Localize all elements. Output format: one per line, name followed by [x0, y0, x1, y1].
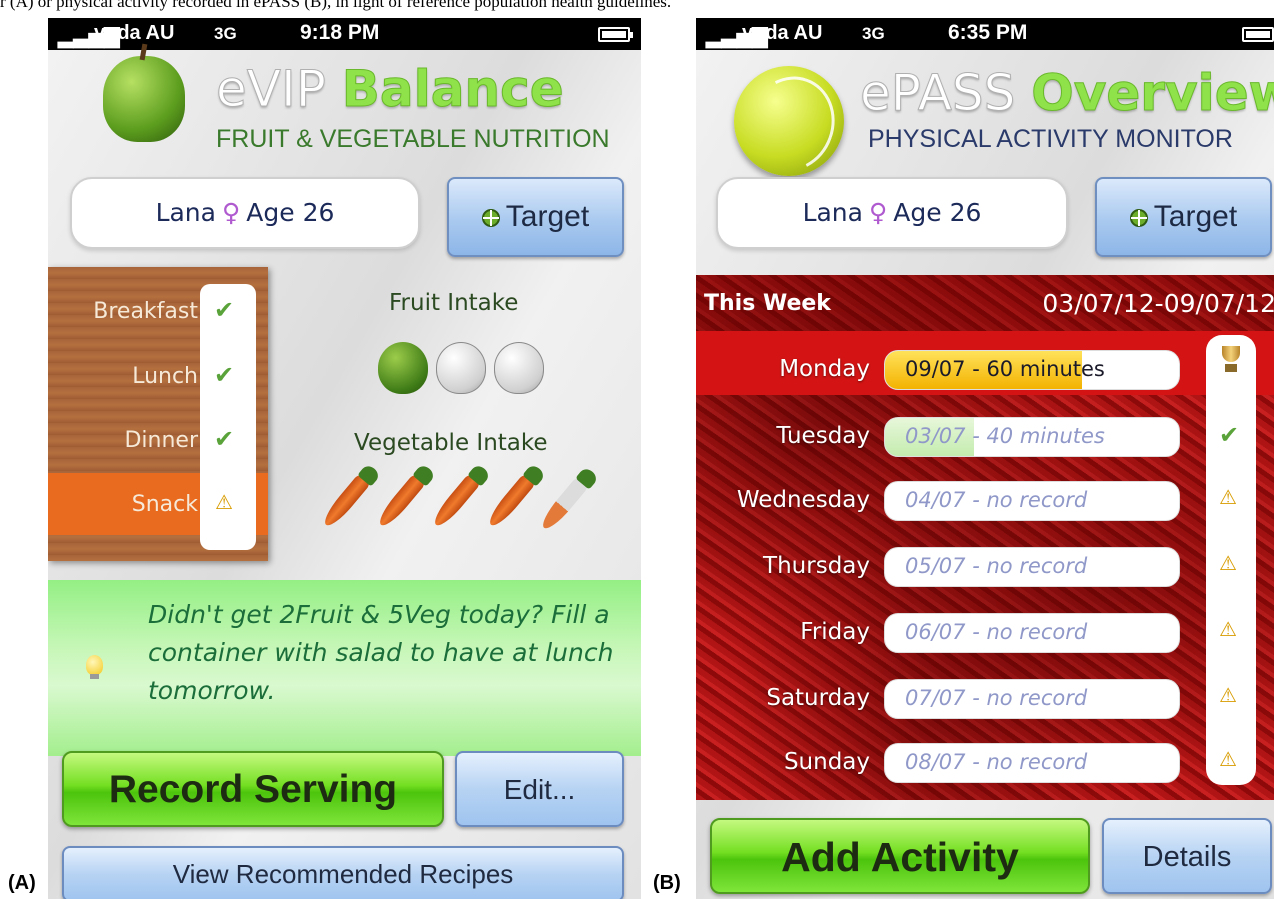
- day-entry-field[interactable]: 08/07 - no record: [884, 743, 1180, 783]
- warning-icon: ⚠: [215, 490, 233, 514]
- carrier-label: voda AU: [94, 22, 175, 44]
- lightbulb-icon: [86, 655, 103, 679]
- user-name: Lana: [155, 198, 216, 227]
- target-button-label: Target: [505, 200, 590, 233]
- day-entry-text: 08/07 - no record: [905, 750, 1088, 774]
- meals-board: Breakfast Lunch Dinner Snack ✔ ✔ ✔ ⚠: [48, 267, 268, 561]
- day-entry-text: 05/07 - no record: [905, 554, 1088, 578]
- day-entry-field[interactable]: 06/07 - no record: [884, 613, 1180, 653]
- battery-icon: [598, 27, 633, 42]
- user-age: Age 26: [893, 198, 982, 227]
- app-subtitle: PHYSICAL ACTIVITY MONITOR: [868, 125, 1233, 153]
- apple-full-icon: [378, 342, 428, 394]
- target-icon: [481, 209, 500, 228]
- network-label: 3G: [862, 24, 885, 43]
- app-title-part1: ePASS: [859, 64, 1032, 123]
- day-label: Thursday: [763, 553, 870, 579]
- check-icon: ✔: [214, 296, 235, 324]
- day-entry-text: 04/07 - no record: [905, 488, 1088, 512]
- day-entry-text: 03/07 - 40 minutes: [905, 424, 1105, 448]
- app-title: ePASS Overview: [859, 64, 1274, 123]
- apple-empty-icon: [494, 342, 544, 394]
- target-button[interactable]: Target: [447, 177, 624, 257]
- day-label: Tuesday: [776, 423, 870, 449]
- meal-breakfast[interactable]: Breakfast: [48, 299, 198, 324]
- day-entry-text: 09/07 - 60 minutes: [905, 357, 1105, 381]
- app-title-part2: Balance: [341, 60, 564, 119]
- day-entry-field[interactable]: 07/07 - no record: [884, 679, 1180, 719]
- week-header: This Week 03/07/12-09/07/12: [696, 275, 1274, 331]
- target-button-label: Target: [1153, 200, 1238, 233]
- status-bar: ▂▃▅▇ voda AU 3G 9:18 PM: [48, 18, 641, 50]
- carrier-label: voda AU: [742, 22, 823, 44]
- user-name: Lana: [802, 198, 863, 227]
- app-title-part1: eVIP: [216, 60, 342, 119]
- female-icon: ♀: [868, 198, 888, 227]
- carrot-full-icon: [319, 472, 373, 530]
- app-title-part2: Overview: [1031, 64, 1274, 123]
- meal-lunch[interactable]: Lunch: [48, 364, 198, 389]
- day-label: Friday: [800, 619, 870, 645]
- record-serving-button[interactable]: Record Serving: [62, 751, 444, 827]
- day-label: Saturday: [766, 685, 870, 711]
- carrot-full-icon: [484, 472, 538, 530]
- check-icon: ✔: [214, 361, 235, 389]
- tip-banner: Didn't get 2Fruit & 5Veg today? Fill a c…: [48, 580, 641, 756]
- panel-label-a: (A): [8, 872, 36, 894]
- evip-screen: ▂▃▅▇ voda AU 3G 9:18 PM eVIP Balance FRU…: [48, 18, 641, 899]
- user-profile-box[interactable]: Lana ♀ Age 26: [70, 177, 420, 249]
- check-icon: ✔: [214, 425, 235, 453]
- panel-label-b: (B): [653, 872, 681, 894]
- warning-icon: ⚠: [1219, 617, 1237, 641]
- female-icon: ♀: [221, 198, 241, 227]
- day-entry-field[interactable]: 03/07 - 40 minutes: [884, 417, 1180, 457]
- clock: 9:18 PM: [300, 21, 380, 44]
- day-label: Wednesday: [736, 487, 870, 513]
- day-label: Sunday: [783, 749, 870, 775]
- apple-icon: [103, 43, 185, 142]
- app-title: eVIP Balance: [216, 60, 565, 119]
- network-label: 3G: [214, 24, 237, 43]
- carrot-partial-icon: [537, 475, 591, 533]
- tennis-ball-icon: [734, 66, 844, 176]
- epass-screen: ▂▃▅▇ voda AU 3G 6:35 PM ePASS Overview P…: [696, 18, 1274, 899]
- user-age: Age 26: [246, 198, 335, 227]
- apple-empty-icon: [436, 342, 486, 394]
- carrot-full-icon: [374, 472, 428, 530]
- edit-button[interactable]: Edit...: [455, 751, 624, 827]
- warning-icon: ⚠: [1219, 485, 1237, 509]
- warning-icon: ⚠: [1219, 683, 1237, 707]
- view-recipes-button[interactable]: View Recommended Recipes: [62, 846, 624, 899]
- tip-text: Didn't get 2Fruit & 5Veg today? Fill a c…: [148, 600, 614, 705]
- week-panel: This Week 03/07/12-09/07/12 Monday 09/07 …: [696, 275, 1274, 800]
- meal-dinner[interactable]: Dinner: [48, 428, 198, 453]
- details-button[interactable]: Details: [1102, 818, 1272, 894]
- day-entry-field[interactable]: 09/07 - 60 minutes: [884, 350, 1180, 390]
- day-entry-text: 06/07 - no record: [905, 620, 1088, 644]
- figure-caption: r (A) or physical activity recorded in e…: [0, 0, 672, 11]
- clock: 6:35 PM: [948, 21, 1028, 44]
- week-range: 03/07/12-09/07/12: [1042, 289, 1274, 318]
- target-button[interactable]: Target: [1095, 177, 1272, 257]
- battery-icon: [1242, 27, 1274, 42]
- this-week-label: This Week: [704, 291, 831, 316]
- day-entry-field[interactable]: 04/07 - no record: [884, 481, 1180, 521]
- day-entry-field[interactable]: 05/07 - no record: [884, 547, 1180, 587]
- warning-icon: ⚠: [1219, 551, 1237, 575]
- status-bar: ▂▃▅▇ voda AU 3G 6:35 PM: [696, 18, 1274, 50]
- trophy-icon: [1219, 346, 1243, 374]
- day-entry-text: 07/07 - no record: [905, 686, 1088, 710]
- app-subtitle: FRUIT & VEGETABLE NUTRITION: [216, 125, 610, 153]
- fruit-intake-label: Fruit Intake: [389, 290, 519, 316]
- vegetable-intake-label: Vegetable Intake: [354, 430, 548, 456]
- day-label: Monday: [779, 356, 870, 382]
- meal-snack[interactable]: Snack: [48, 492, 198, 517]
- warning-icon: ⚠: [1219, 747, 1237, 771]
- user-profile-box[interactable]: Lana ♀ Age 26: [716, 177, 1068, 249]
- carrot-full-icon: [429, 472, 483, 530]
- add-activity-button[interactable]: Add Activity: [710, 818, 1090, 894]
- check-icon: ✔: [1219, 421, 1240, 449]
- target-icon: [1129, 209, 1148, 228]
